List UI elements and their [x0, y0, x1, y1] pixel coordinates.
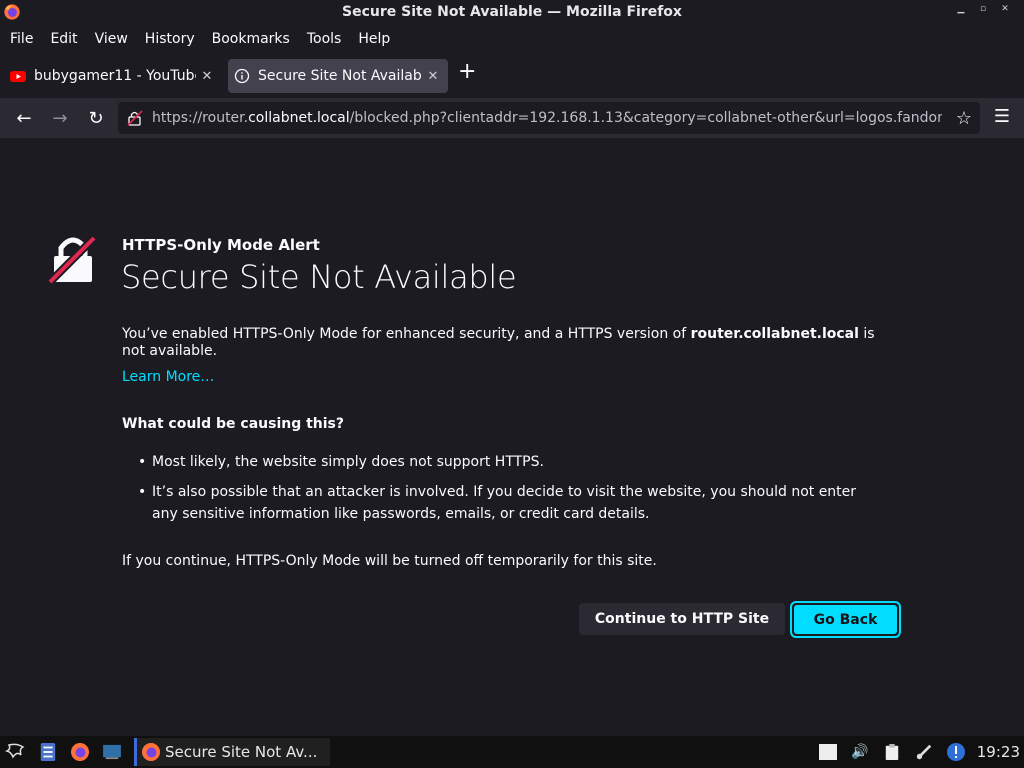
page-title: Secure Site Not Available	[121, 258, 517, 296]
window-controls: ▁ ▫ ✕	[956, 4, 1010, 14]
firefox-icon	[142, 743, 160, 761]
tab-secure-site[interactable]: Secure Site Not Available ✕	[228, 59, 448, 93]
close-tab-icon[interactable]: ✕	[422, 69, 444, 84]
window-title: Secure Site Not Available — Mozilla Fire…	[342, 4, 682, 20]
firefox-launcher-icon[interactable]	[68, 740, 92, 764]
maximize-icon[interactable]: ▫	[978, 4, 988, 14]
minimize-icon[interactable]: ▁	[956, 4, 966, 14]
host-name: router.collabnet.local	[690, 326, 859, 342]
tab-label: Secure Site Not Available	[258, 68, 422, 84]
menu-bar: File Edit View History Bookmarks Tools H…	[0, 26, 1024, 52]
tab-label: bubygamer11 - YouTube	[34, 68, 196, 84]
back-arrow-icon[interactable]: ←	[6, 102, 42, 134]
navigation-bar: ← → ↻ https://router.collabnet.local/blo…	[0, 98, 1024, 138]
update-alert-icon[interactable]	[945, 741, 967, 763]
info-icon	[234, 68, 250, 84]
menu-bookmarks[interactable]: Bookmarks	[212, 31, 290, 47]
clock: 19:23	[976, 743, 1020, 761]
go-back-label: Go Back	[794, 605, 897, 634]
causes-heading: What could be causing this?	[122, 416, 345, 432]
notes-icon[interactable]	[817, 741, 839, 763]
tab-bar: bubygamer11 - YouTube ✕ Secure Site Not …	[0, 56, 1024, 96]
url-bar[interactable]: https://router.collabnet.local/blocked.p…	[118, 102, 980, 134]
forward-arrow-icon[interactable]: →	[42, 102, 78, 134]
error-description: You’ve enabled HTTPS-Only Mode for enhan…	[122, 326, 875, 359]
list-item: Most likely, the website simply does not…	[138, 451, 872, 473]
menu-view[interactable]: View	[95, 31, 128, 47]
file-manager-icon[interactable]	[36, 740, 60, 764]
alert-label: HTTPS-Only Mode Alert	[122, 236, 320, 254]
menu-history[interactable]: History	[145, 31, 195, 47]
terminal-icon[interactable]	[100, 740, 124, 764]
error-page: HTTPS-Only Mode Alert Secure Site Not Av…	[0, 138, 1024, 736]
youtube-icon	[10, 71, 26, 82]
task-label: Secure Site Not Av...	[165, 743, 318, 761]
taskbar-firefox-task[interactable]: Secure Site Not Av...	[134, 738, 330, 766]
tab-youtube[interactable]: bubygamer11 - YouTube ✕	[4, 59, 222, 93]
go-back-button[interactable]: Go Back	[790, 601, 901, 638]
list-item: It’s also possible that an attacker is i…	[138, 481, 872, 525]
clipboard-icon[interactable]	[881, 741, 903, 763]
reload-icon[interactable]: ↻	[78, 102, 114, 134]
menu-edit[interactable]: Edit	[50, 31, 77, 47]
window-titlebar: Secure Site Not Available — Mozilla Fire…	[0, 0, 1024, 24]
learn-more-link[interactable]: Learn More…	[122, 369, 214, 385]
menu-file[interactable]: File	[10, 31, 33, 47]
network-icon[interactable]	[913, 741, 935, 763]
start-menu-icon[interactable]	[4, 740, 28, 764]
bookmark-star-icon[interactable]: ☆	[956, 108, 972, 129]
close-window-icon[interactable]: ✕	[1000, 4, 1010, 14]
causes-list: Most likely, the website simply does not…	[138, 451, 872, 533]
new-tab-icon[interactable]: +	[458, 59, 476, 84]
taskbar: Secure Site Not Av... 🔊 19:23	[0, 736, 1024, 768]
menu-help[interactable]: Help	[358, 31, 390, 47]
menu-tools[interactable]: Tools	[307, 31, 342, 47]
system-tray: 🔊 19:23	[817, 736, 1024, 768]
broken-lock-icon	[48, 235, 97, 285]
close-tab-icon[interactable]: ✕	[196, 69, 218, 84]
insecure-lock-icon[interactable]	[126, 109, 144, 127]
continue-http-button[interactable]: Continue to HTTP Site	[579, 603, 785, 635]
hamburger-menu-icon[interactable]: ☰	[994, 106, 1010, 127]
firefox-icon	[4, 4, 20, 20]
continue-note: If you continue, HTTPS-Only Mode will be…	[122, 553, 657, 569]
volume-icon[interactable]: 🔊	[849, 741, 871, 763]
url-text[interactable]: https://router.collabnet.local/blocked.p…	[152, 110, 942, 126]
